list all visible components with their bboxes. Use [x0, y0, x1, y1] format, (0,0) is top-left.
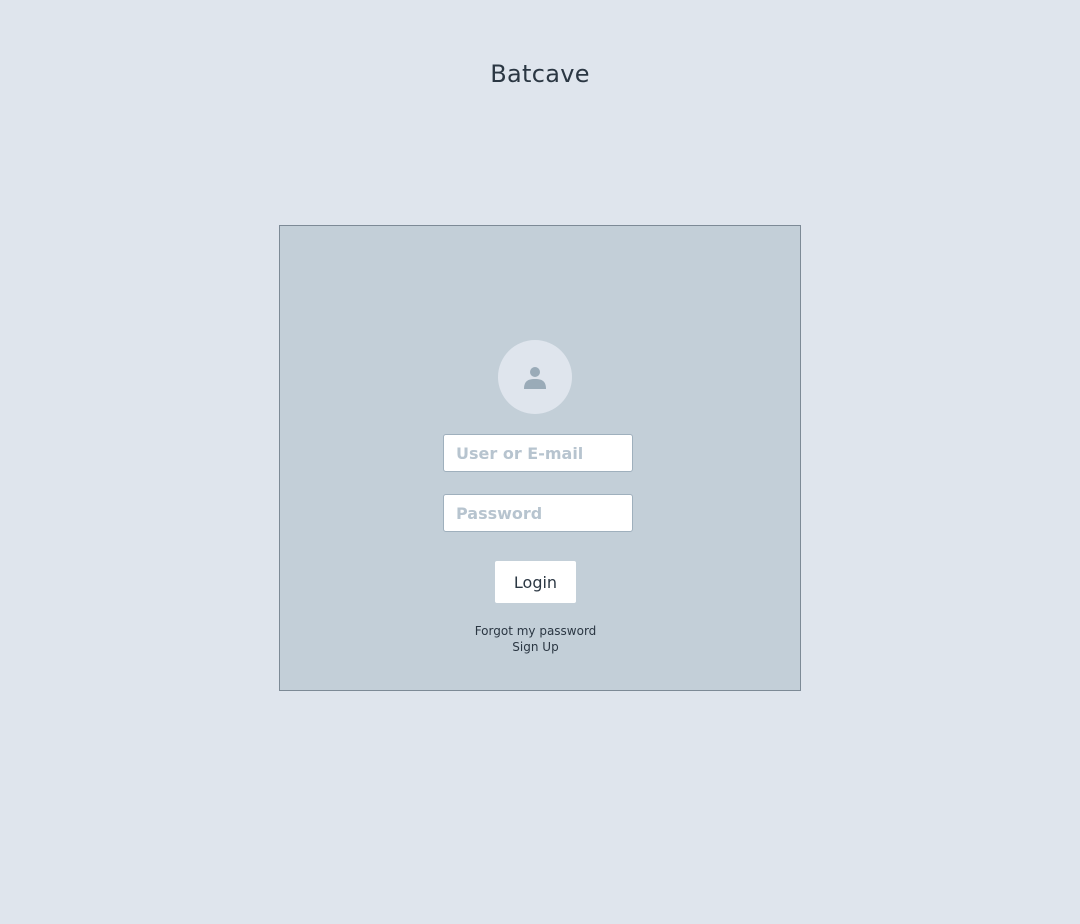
auth-links: Forgot my password Sign Up	[280, 623, 791, 655]
login-button[interactable]: Login	[495, 561, 576, 603]
username-field[interactable]	[443, 434, 633, 472]
login-panel: Login Forgot my password Sign Up	[279, 225, 801, 691]
app-title: Batcave	[490, 60, 590, 88]
forgot-password-link[interactable]: Forgot my password	[280, 623, 791, 639]
password-field[interactable]	[443, 494, 633, 532]
avatar	[498, 340, 572, 414]
sign-up-link[interactable]: Sign Up	[280, 639, 791, 655]
